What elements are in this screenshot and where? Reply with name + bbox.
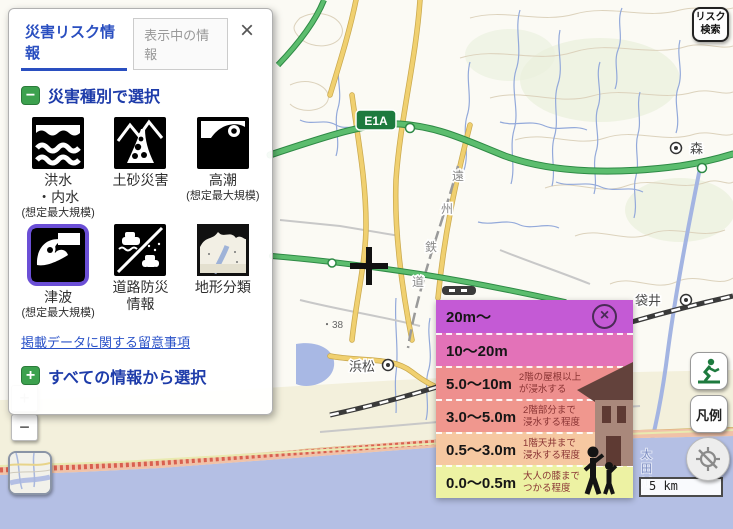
legend-row: 3.0〜5.0m 2階部分まで浸水する程度 bbox=[436, 399, 633, 432]
depth-label: 20m〜 bbox=[446, 306, 491, 327]
svg-text:道: 道 bbox=[412, 275, 424, 289]
legend-row: 0.0〜0.5m 大人の膝までつかる程度 bbox=[436, 465, 633, 498]
hazard-panel: 災害リスク情報 表示中の情報 × − 災害種別で選択 洪 bbox=[8, 8, 273, 415]
landform-icon bbox=[197, 224, 249, 276]
section-all-info[interactable]: + すべての情報から選択 bbox=[21, 364, 260, 388]
elevation-label: ・38 bbox=[322, 320, 344, 331]
hazard-tsunami[interactable]: 津波 (想定最大規模) bbox=[21, 224, 95, 320]
storm-surge-icon bbox=[197, 117, 249, 169]
hazard-label: 土砂災害 bbox=[103, 172, 177, 189]
svg-text:鉄: 鉄 bbox=[425, 239, 437, 254]
hazard-label: 高潮 bbox=[186, 172, 260, 189]
legend-row: 10〜20m bbox=[436, 333, 633, 366]
zoom-out-button[interactable]: − bbox=[11, 414, 38, 441]
data-notes-link[interactable]: 掲載データに関する留意事項 bbox=[21, 332, 190, 351]
legend-row: 5.0〜10m 2階の屋根以上が浸水する bbox=[436, 366, 633, 399]
hazard-storm-surge[interactable]: 高潮 (想定最大規模) bbox=[186, 117, 260, 220]
hazard-flood[interactable]: 洪水 ・内水 (想定最大規模) bbox=[21, 117, 95, 220]
geolocation-disabled-icon bbox=[695, 446, 721, 472]
hazard-sublabel: (想定最大規模) bbox=[21, 206, 95, 220]
app-window: E1A 森 袋井 浜松 遠 州 鉄 道 太 田 bbox=[0, 0, 733, 529]
geolocation-button[interactable] bbox=[686, 437, 730, 481]
tsunami-icon bbox=[32, 229, 84, 281]
hazard-label: 洪水 bbox=[21, 172, 95, 189]
panel-close-icon[interactable]: × bbox=[234, 17, 260, 45]
road-disaster-icon bbox=[114, 224, 166, 276]
depth-label: 0.5〜3.0m bbox=[446, 439, 516, 460]
evacuation-site-button[interactable] bbox=[690, 352, 728, 390]
depth-label: 5.0〜10m bbox=[446, 373, 512, 394]
section-select-by-type[interactable]: − 災害種別で選択 bbox=[21, 83, 260, 107]
depth-label: 3.0〜5.0m bbox=[446, 406, 516, 427]
risk-search-button[interactable]: リスク 検索 bbox=[692, 7, 729, 42]
minimap-button[interactable] bbox=[8, 451, 52, 495]
legend-row: 0.5〜3.0m 1階天井まで浸水する程度 bbox=[436, 432, 633, 465]
svg-text:E1A: E1A bbox=[364, 114, 388, 128]
svg-text:州: 州 bbox=[441, 202, 453, 216]
minimap-thumbnail bbox=[10, 453, 50, 493]
landslide-icon bbox=[114, 117, 166, 169]
depth-label: 10〜20m bbox=[446, 340, 508, 361]
town-label-fukuroi: 袋井 bbox=[635, 293, 661, 308]
expressway-badge: E1A bbox=[356, 110, 396, 130]
depth-desc: 2階部分まで bbox=[523, 405, 576, 416]
tsunami-selected-border bbox=[27, 224, 89, 286]
hazard-road-disaster[interactable]: 道路防災 情報 bbox=[103, 224, 177, 320]
depth-label: 0.0〜0.5m bbox=[446, 472, 516, 493]
legend-button[interactable]: 凡例 bbox=[690, 395, 728, 433]
town-label-mori: 森 bbox=[690, 141, 703, 156]
hazard-landform[interactable]: 地形分類 bbox=[186, 224, 260, 320]
section-title: すべての情報から選択 bbox=[48, 364, 206, 388]
expand-plus-icon[interactable]: + bbox=[21, 366, 40, 385]
tab-displayed-info[interactable]: 表示中の情報 bbox=[133, 18, 228, 70]
section-title: 災害種別で選択 bbox=[48, 83, 160, 107]
hazard-label: 地形分類 bbox=[186, 279, 260, 296]
flood-icon bbox=[32, 117, 84, 169]
svg-text:遠: 遠 bbox=[452, 169, 464, 183]
hazard-sublabel: (想定最大規模) bbox=[186, 189, 260, 203]
legend-row: 20m〜 × bbox=[436, 300, 633, 333]
tab-disaster-risk-info[interactable]: 災害リスク情報 bbox=[21, 17, 127, 71]
depth-desc: 2階の屋根以上 bbox=[519, 372, 581, 383]
legend-close-icon[interactable]: × bbox=[592, 304, 617, 329]
hazard-label: 津波 bbox=[21, 289, 95, 306]
hazard-sublabel: (想定最大規模) bbox=[21, 306, 95, 320]
hazard-label: 道路防災 bbox=[103, 279, 177, 296]
town-label-hamamatsu: 浜松 bbox=[349, 359, 375, 374]
hazard-type-grid: 洪水 ・内水 (想定最大規模) bbox=[21, 117, 260, 320]
depth-desc: 1階天井まで bbox=[523, 438, 576, 449]
panel-tabs: 災害リスク情報 表示中の情報 × bbox=[21, 17, 260, 71]
hazard-label-line2: ・内水 bbox=[21, 189, 95, 206]
hazard-landslide[interactable]: 土砂災害 bbox=[103, 117, 177, 220]
svg-text:太: 太 bbox=[641, 448, 652, 461]
evacuation-person-icon bbox=[695, 357, 723, 385]
tsunami-depth-legend: 20m〜 × 10〜20m 5.0〜10m 2階の屋根以上が浸水する 3.0〜5… bbox=[436, 300, 633, 498]
collapse-minus-icon[interactable]: − bbox=[21, 86, 40, 105]
depth-desc: 大人の膝まで bbox=[523, 471, 580, 482]
svg-text:田: 田 bbox=[641, 463, 652, 475]
hazard-label-line2: 情報 bbox=[103, 296, 177, 313]
